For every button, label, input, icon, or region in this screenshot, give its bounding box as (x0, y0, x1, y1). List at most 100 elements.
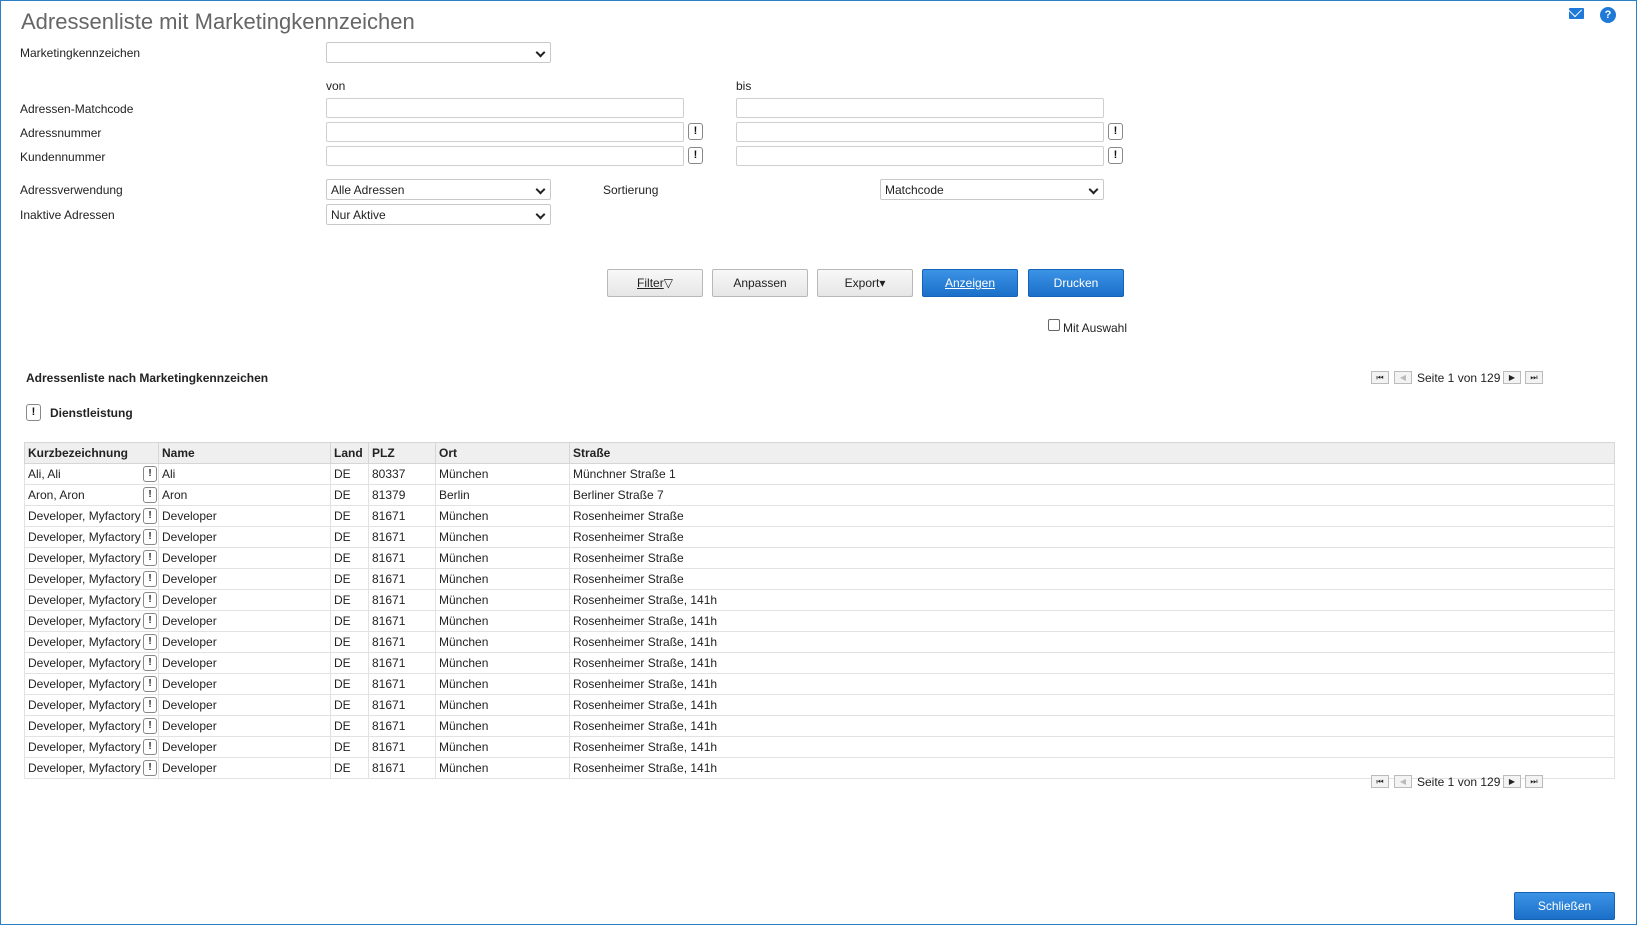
chevron-down-icon (535, 209, 546, 220)
row-lookup-button[interactable]: ! (143, 718, 157, 734)
table-cell: DE (330, 568, 369, 590)
column-header[interactable]: Land (330, 442, 369, 464)
table-cell: DE (330, 484, 369, 506)
table-cell: Rosenheimer Straße, 141h (569, 652, 1615, 674)
row-lookup-button[interactable]: ! (143, 508, 157, 524)
row-lookup-button[interactable]: ! (143, 613, 157, 629)
table-cell: 81379 (368, 484, 436, 506)
table-cell: 81671 (368, 715, 436, 737)
filter-button[interactable]: Filter▽ (607, 269, 703, 297)
matchcode-from-input[interactable] (326, 98, 684, 118)
cell-text: München (439, 509, 489, 523)
table-cell: Developer (158, 757, 331, 779)
close-button[interactable]: Schließen (1514, 892, 1615, 920)
adressnummer-from-input[interactable] (326, 122, 684, 142)
group-lookup-button[interactable]: ! (26, 404, 41, 421)
table-row[interactable]: Developer, Myfactory! Developer DE 81671 Mün… (24, 631, 1615, 653)
column-header[interactable]: Straße (569, 442, 1615, 464)
prev-page-icon[interactable]: ◀ (1394, 371, 1412, 384)
last-page-icon[interactable]: ⏭ (1525, 775, 1543, 788)
kundennummer-from-lookup-button[interactable]: ! (688, 147, 703, 164)
row-lookup-button[interactable]: ! (143, 571, 157, 587)
first-page-icon[interactable]: ⏮ (1371, 371, 1389, 384)
table-row[interactable]: Developer, Myfactory! Developer DE 81671 Mün… (24, 673, 1615, 695)
cell-text: Berliner Straße 7 (573, 488, 664, 502)
adressnummer-from-lookup-button[interactable]: ! (688, 123, 703, 140)
adressverwendung-select[interactable]: Alle Adressen (326, 179, 551, 200)
next-page-icon[interactable]: ▶ (1503, 775, 1521, 788)
export-button[interactable]: Export▾ (817, 269, 913, 297)
sortierung-select[interactable]: Matchcode (880, 179, 1104, 200)
table-cell: Developer, Myfactory! (24, 736, 159, 758)
table-row[interactable]: Developer, Myfactory! Developer DE 81671 Mün… (24, 568, 1615, 590)
anpassen-button[interactable]: Anpassen (712, 269, 808, 297)
table-cell: München (435, 694, 570, 716)
table-header-row: Kurzbezeichnung Name Land PLZ Ort Straße (24, 442, 1615, 464)
marketing-select[interactable] (326, 42, 551, 63)
table-row[interactable]: Developer, Myfactory! Developer DE 81671 Mün… (24, 547, 1615, 569)
cell-text: Münchner Straße 1 (573, 467, 676, 481)
column-header[interactable]: PLZ (368, 442, 436, 464)
help-icon[interactable]: ? (1600, 7, 1616, 23)
cell-text: Developer, Myfactory (28, 530, 141, 544)
next-page-icon[interactable]: ▶ (1503, 371, 1521, 384)
cell-text: 81671 (372, 656, 406, 670)
kundennummer-from-input[interactable] (326, 146, 684, 166)
anzeigen-button[interactable]: Anzeigen (922, 269, 1018, 297)
adressnummer-to-input[interactable] (736, 122, 1104, 142)
row-lookup-button[interactable]: ! (143, 760, 157, 776)
table-cell: München (435, 736, 570, 758)
table-cell: Developer, Myfactory! (24, 568, 159, 590)
row-lookup-button[interactable]: ! (143, 655, 157, 671)
kundennummer-to-input[interactable] (736, 146, 1104, 166)
column-header[interactable]: Name (158, 442, 331, 464)
table-cell: Developer, Myfactory! (24, 715, 159, 737)
table-row[interactable]: Developer, Myfactory! Developer DE 81671 Mün… (24, 505, 1615, 527)
row-lookup-button[interactable]: ! (143, 676, 157, 692)
column-header[interactable]: Kurzbezeichnung (24, 442, 159, 464)
table-cell: Developer, Myfactory! (24, 673, 159, 695)
last-page-icon[interactable]: ⏭ (1525, 371, 1543, 384)
cell-text: Developer, Myfactory (28, 614, 141, 628)
adressnummer-to-lookup-button[interactable]: ! (1108, 123, 1123, 140)
mit-auswahl-label: Mit Auswahl (1063, 321, 1128, 335)
table-row[interactable]: Developer, Myfactory! Developer DE 81671 Mün… (24, 736, 1615, 758)
row-lookup-button[interactable]: ! (143, 634, 157, 650)
table-cell: 80337 (368, 463, 436, 485)
table-row[interactable]: Developer, Myfactory! Developer DE 81671 Mün… (24, 694, 1615, 716)
filter-icon: ▽ (663, 276, 673, 290)
table-cell: Rosenheimer Straße (569, 526, 1615, 548)
row-lookup-button[interactable]: ! (143, 697, 157, 713)
table-row[interactable]: Aron, Aron! Aron DE 81379 Berlin Berliner Str… (24, 484, 1615, 506)
table-row[interactable]: Developer, Myfactory! Developer DE 81671 Mün… (24, 715, 1615, 737)
matchcode-to-input[interactable] (736, 98, 1104, 118)
table-cell: DE (330, 757, 369, 779)
table-cell: Rosenheimer Straße, 141h (569, 673, 1615, 695)
column-header[interactable]: Ort (435, 442, 570, 464)
cell-text: DE (334, 593, 351, 607)
drucken-button[interactable]: Drucken (1028, 269, 1124, 297)
table-row[interactable]: Ali, Ali! Ali DE 80337 München Münchner Straß… (24, 463, 1615, 485)
row-lookup-button[interactable]: ! (143, 592, 157, 608)
row-lookup-button[interactable]: ! (143, 466, 157, 482)
table-row[interactable]: Developer, Myfactory! Developer DE 81671 Mün… (24, 610, 1615, 632)
inaktive-select[interactable]: Nur Aktive (326, 204, 551, 225)
cell-text: 81671 (372, 593, 406, 607)
prev-page-icon[interactable]: ◀ (1394, 775, 1412, 788)
first-page-icon[interactable]: ⏮ (1371, 775, 1389, 788)
mit-auswahl-checkbox[interactable] (1048, 319, 1060, 331)
cell-text: Ali, Ali (28, 467, 61, 481)
table-row[interactable]: Developer, Myfactory! Developer DE 81671 Mün… (24, 652, 1615, 674)
cell-text: Developer (162, 635, 217, 649)
cell-text: Developer, Myfactory (28, 656, 141, 670)
table-row[interactable]: Developer, Myfactory! Developer DE 81671 Mün… (24, 589, 1615, 611)
row-lookup-button[interactable]: ! (143, 739, 157, 755)
mail-icon[interactable] (1569, 8, 1584, 19)
table-row[interactable]: Developer, Myfactory! Developer DE 81671 Mün… (24, 526, 1615, 548)
row-lookup-button[interactable]: ! (143, 550, 157, 566)
kundennummer-to-lookup-button[interactable]: ! (1108, 147, 1123, 164)
table-cell: DE (330, 652, 369, 674)
row-lookup-button[interactable]: ! (143, 487, 157, 503)
row-lookup-button[interactable]: ! (143, 529, 157, 545)
table-cell: Developer (158, 736, 331, 758)
